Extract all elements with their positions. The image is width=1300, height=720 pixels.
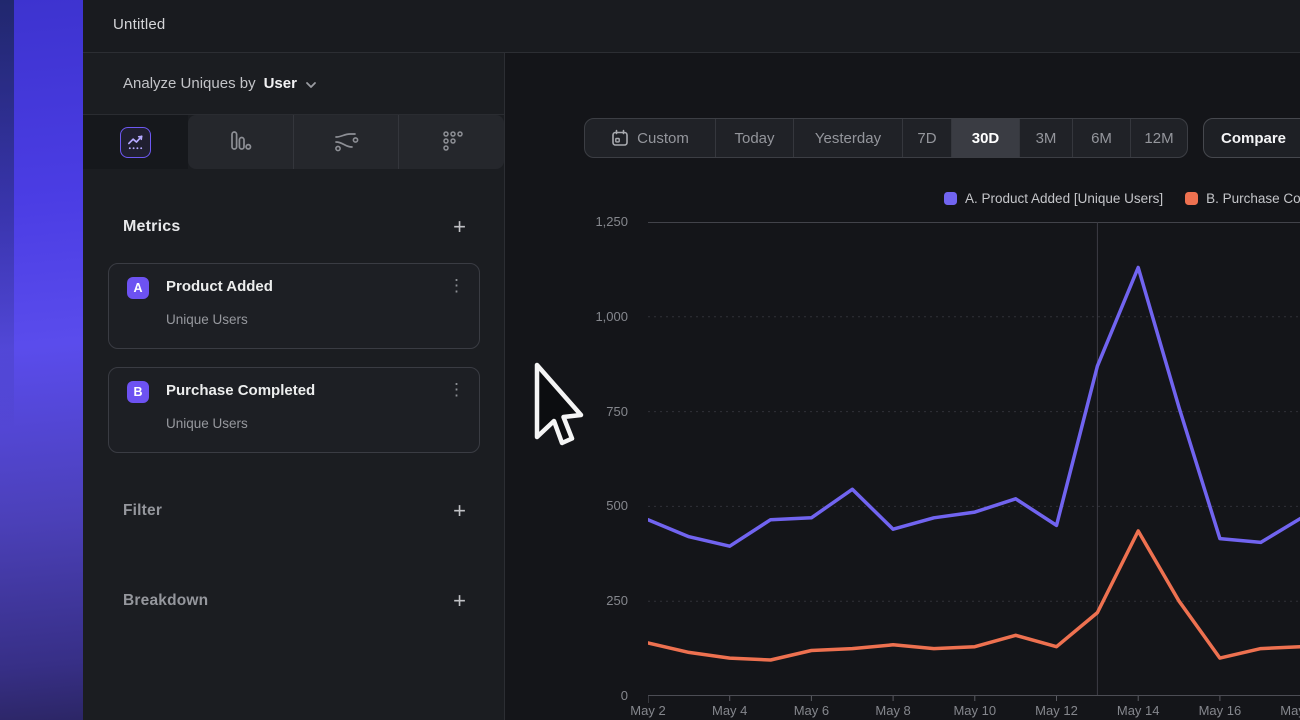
line-chart-icon	[120, 127, 151, 158]
x-tick-label: May 18	[1280, 703, 1300, 718]
y-tick-label: 250	[540, 593, 628, 608]
range-7d[interactable]: 7D	[902, 119, 951, 157]
range-custom[interactable]: Custom	[585, 119, 715, 157]
tab-scatter-grid[interactable]	[398, 115, 504, 169]
range-today[interactable]: Today	[715, 119, 793, 157]
legend-item-a[interactable]: A. Product Added [Unique Users]	[944, 191, 1163, 206]
metric-subtitle: Unique Users	[166, 416, 248, 431]
flow-icon	[332, 129, 360, 155]
x-tick-label: May 4	[712, 703, 747, 718]
metric-title: Purchase Completed	[166, 382, 315, 399]
legend-swatch-a	[944, 192, 957, 205]
analyze-uniques-row: Analyze Uniques by User	[83, 53, 504, 115]
compare-button[interactable]: Compare	[1203, 118, 1300, 158]
chart-type-tab-group	[188, 115, 504, 169]
filter-heading: Filter	[123, 502, 162, 520]
metrics-header-row: Metrics +	[83, 213, 504, 241]
x-tick-label: May 2	[630, 703, 665, 718]
x-tick-label: May 10	[953, 703, 996, 718]
chart-type-tabs	[83, 115, 504, 169]
kebab-menu-icon[interactable]: ⋮	[448, 380, 465, 400]
top-bar: Untitled	[83, 0, 1300, 53]
metric-badge-b: B	[127, 381, 149, 403]
range-30d[interactable]: 30D	[951, 119, 1019, 157]
add-metric-button[interactable]: +	[453, 217, 466, 237]
add-filter-button[interactable]: +	[453, 501, 466, 521]
add-breakdown-button[interactable]: +	[453, 591, 466, 611]
y-tick-label: 500	[540, 498, 628, 513]
line-chart[interactable]	[648, 222, 1300, 704]
chevron-down-icon[interactable]	[305, 79, 317, 91]
tab-line-chart[interactable]	[83, 115, 188, 169]
x-tick-label: May 16	[1199, 703, 1242, 718]
query-sidebar: Analyze Uniques by User	[83, 53, 505, 720]
background-gradient	[0, 0, 83, 720]
chart-legend: A. Product Added [Unique Users] B. Purch…	[944, 191, 1300, 206]
metric-title: Product Added	[166, 278, 273, 295]
range-3m[interactable]: 3M	[1019, 119, 1072, 157]
y-axis-labels: 1,2501,0007505002500	[540, 222, 628, 702]
analyze-label: Analyze Uniques by	[123, 75, 256, 92]
scatter-grid-icon	[439, 129, 465, 155]
y-tick-label: 1,250	[540, 214, 628, 229]
tab-bar-chart[interactable]	[188, 115, 293, 169]
metric-card-a[interactable]: A Product Added Unique Users ⋮	[108, 263, 480, 349]
metric-badge-a: A	[127, 277, 149, 299]
legend-item-b[interactable]: B. Purchase Completed [Unique Users]	[1185, 191, 1300, 206]
app-window: Untitled Analyze Uniques by User	[0, 0, 1300, 720]
filter-row: Filter +	[83, 497, 504, 525]
date-range-selector: Custom Today Yesterday 7D 30D 3M 6M 12M	[584, 118, 1188, 158]
x-tick-label: May 6	[794, 703, 829, 718]
breakdown-heading: Breakdown	[123, 592, 208, 610]
range-12m[interactable]: 12M	[1130, 119, 1187, 157]
x-tick-label: May 14	[1117, 703, 1160, 718]
x-tick-label: May 12	[1035, 703, 1078, 718]
metrics-heading: Metrics	[123, 218, 180, 236]
y-tick-label: 0	[540, 688, 628, 703]
breakdown-row: Breakdown +	[83, 587, 504, 615]
y-tick-label: 1,000	[540, 309, 628, 324]
y-tick-label: 750	[540, 404, 628, 419]
tab-flow[interactable]	[293, 115, 399, 169]
kebab-menu-icon[interactable]: ⋮	[448, 276, 465, 296]
range-6m[interactable]: 6M	[1072, 119, 1130, 157]
metric-card-b[interactable]: B Purchase Completed Unique Users ⋮	[108, 367, 480, 453]
bar-chart-icon	[227, 129, 253, 155]
legend-swatch-b	[1185, 192, 1198, 205]
x-axis-labels: May 2May 4May 6May 8May 10May 12May 14Ma…	[648, 703, 1300, 720]
x-tick-label: May 8	[875, 703, 910, 718]
calendar-icon	[611, 129, 629, 147]
range-yesterday[interactable]: Yesterday	[793, 119, 902, 157]
analyze-value-dropdown[interactable]: User	[264, 75, 297, 92]
metric-subtitle: Unique Users	[166, 312, 248, 327]
report-title[interactable]: Untitled	[113, 16, 165, 33]
